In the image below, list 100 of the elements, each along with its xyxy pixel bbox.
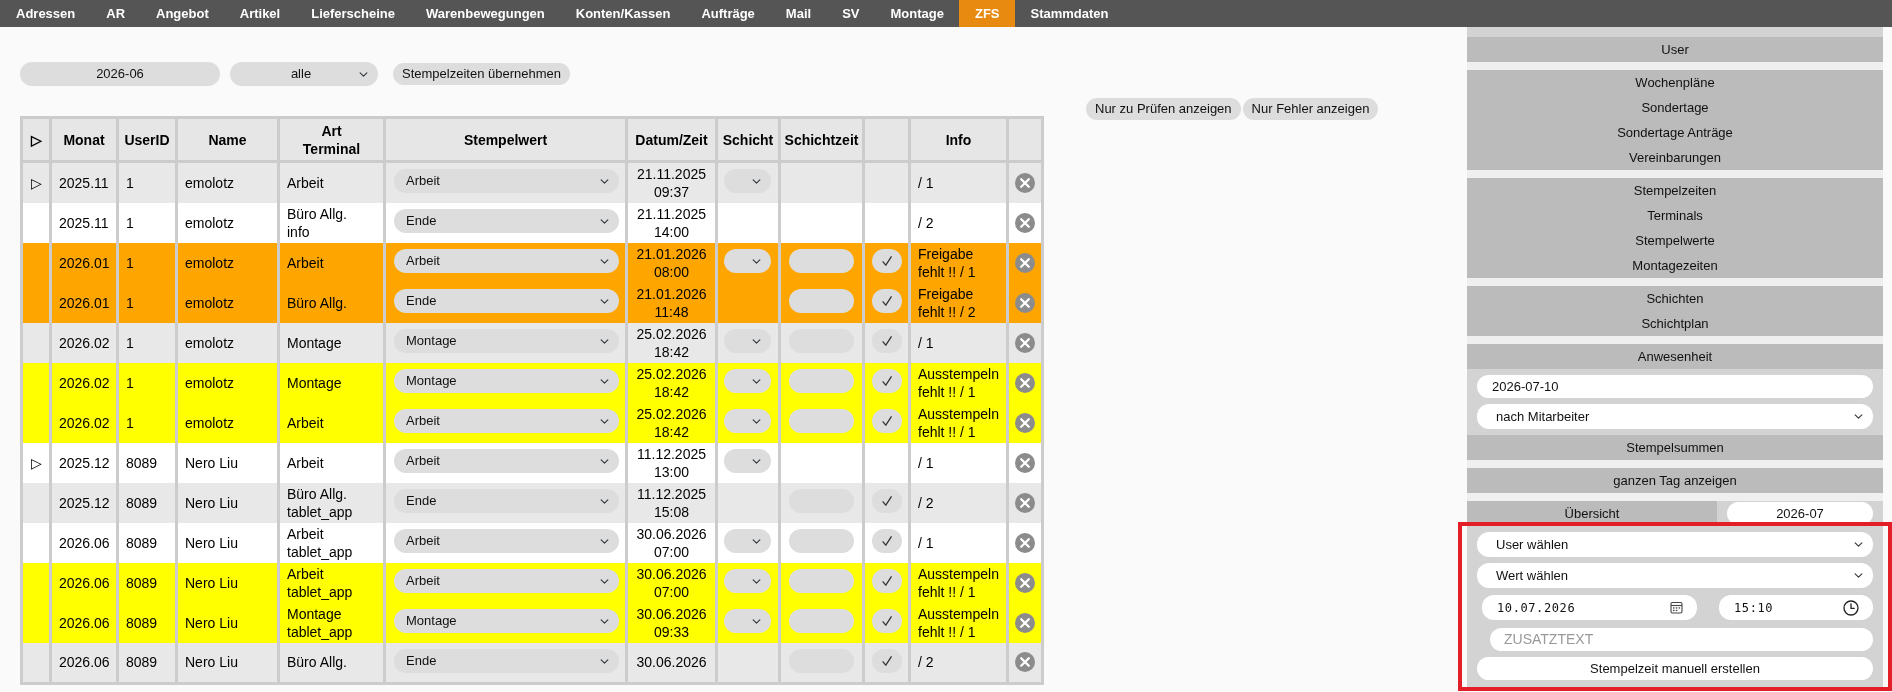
stamp-value-select[interactable]: Montage xyxy=(394,609,619,633)
month-field[interactable]: 2026-06 xyxy=(20,62,220,86)
delete-icon[interactable] xyxy=(1015,573,1035,593)
check-icon xyxy=(880,575,893,587)
delete-icon[interactable] xyxy=(1015,413,1035,433)
column-header: Schicht xyxy=(716,117,780,162)
check-icon xyxy=(880,415,893,427)
confirm-button[interactable] xyxy=(871,649,902,673)
nav-tab[interactable]: Warenbewegungen xyxy=(410,0,560,27)
filter-button[interactable]: Nur zu Prüfen anzeigen xyxy=(1086,98,1241,120)
confirm-button[interactable] xyxy=(871,369,902,393)
sidebar-link[interactable]: ganzen Tag anzeigen xyxy=(1467,468,1883,493)
confirm-button[interactable] xyxy=(871,409,902,433)
check-icon xyxy=(880,255,893,267)
view-select[interactable]: nach Mitarbeiter xyxy=(1477,404,1873,429)
sidebar-link[interactable]: User xyxy=(1467,37,1883,62)
date-field[interactable]: 2026-07-10 xyxy=(1477,375,1873,398)
sidebar-link[interactable]: Vereinbarungen xyxy=(1467,145,1883,170)
sidebar-link[interactable]: Terminals xyxy=(1467,203,1883,228)
shift-time-field[interactable] xyxy=(789,369,854,393)
user-select[interactable]: User wählen xyxy=(1477,532,1873,557)
time-field[interactable]: 15:10 xyxy=(1719,595,1873,620)
value-select[interactable]: Wert wählen xyxy=(1477,563,1873,588)
nav-tab[interactable]: Angebot xyxy=(140,0,224,27)
sidebar-link[interactable]: Schichten xyxy=(1467,286,1883,311)
nav-tab[interactable]: Montage xyxy=(874,0,959,27)
nav-tab[interactable]: AR xyxy=(90,0,141,27)
nav-tab[interactable]: Mail xyxy=(769,0,827,27)
column-header: Name xyxy=(176,117,279,162)
date-field[interactable]: 10.07.2026 xyxy=(1482,595,1697,620)
delete-icon[interactable] xyxy=(1015,213,1035,233)
column-header: Monat xyxy=(50,117,118,162)
sidebar-link[interactable]: Anwesenheit xyxy=(1467,344,1883,369)
shift-time-field[interactable] xyxy=(789,609,854,633)
sidebar-link[interactable]: Schichtplan xyxy=(1467,311,1883,336)
filter-select[interactable]: alle xyxy=(230,62,378,86)
stamp-value-select[interactable]: Arbeit xyxy=(394,569,619,593)
filter-button[interactable]: Nur Fehler anzeigen xyxy=(1242,98,1379,120)
note-field[interactable]: ZUSATZTEXT xyxy=(1490,628,1873,651)
confirm-button[interactable] xyxy=(871,529,902,553)
stamp-value-select[interactable]: Arbeit xyxy=(394,449,619,473)
confirm-button[interactable] xyxy=(871,329,902,353)
sidebar-link[interactable]: Sondertage Anträge xyxy=(1467,120,1883,145)
sidebar-link[interactable]: Stempelwerte xyxy=(1467,228,1883,253)
delete-icon[interactable] xyxy=(1015,453,1035,473)
check-icon xyxy=(880,495,893,507)
nav-tab[interactable]: Artikel xyxy=(223,0,296,27)
stamp-value-select[interactable]: Ende xyxy=(394,289,619,313)
stamp-value-select[interactable]: Ende xyxy=(394,649,619,673)
stamp-value-select[interactable]: Arbeit xyxy=(394,249,619,273)
confirm-button[interactable] xyxy=(871,249,902,273)
nav-tab[interactable]: Aufträge xyxy=(685,0,770,27)
sidebar-link[interactable]: Stempelzeiten xyxy=(1467,178,1883,203)
check-icon xyxy=(880,615,893,627)
shift-time-field[interactable] xyxy=(789,249,854,273)
create-button[interactable]: Stempelzeit manuell erstellen xyxy=(1477,657,1873,680)
stamp-value-select[interactable]: Ende xyxy=(394,489,619,513)
month-cell: 2026.06 xyxy=(50,643,118,683)
shift-time-field[interactable] xyxy=(789,289,854,313)
clock-icon[interactable] xyxy=(1843,599,1859,616)
delete-icon[interactable] xyxy=(1015,293,1035,313)
nav-tab[interactable]: Stammdaten xyxy=(1014,0,1124,27)
delete-icon[interactable] xyxy=(1015,493,1035,513)
delete-icon[interactable] xyxy=(1015,173,1035,193)
nav-tab[interactable]: SV xyxy=(826,0,875,27)
confirm-button[interactable] xyxy=(871,569,902,593)
sidebar-link[interactable]: Wochenpläne xyxy=(1467,70,1883,95)
datetime-cell: 30.06.2026 xyxy=(626,643,717,683)
stamp-value-select[interactable]: Arbeit xyxy=(394,169,619,193)
apply-button[interactable]: Stempelzeiten übernehmen xyxy=(393,63,570,85)
nav-tab[interactable]: Lieferscheine xyxy=(295,0,411,27)
check-icon xyxy=(880,375,893,387)
confirm-button[interactable] xyxy=(871,609,902,633)
confirm-button[interactable] xyxy=(871,489,902,513)
sidebar-link[interactable]: Montagezeiten xyxy=(1467,253,1883,278)
confirm-button[interactable] xyxy=(871,289,902,313)
shift-time-field[interactable] xyxy=(789,529,854,553)
delete-icon[interactable] xyxy=(1015,533,1035,553)
delete-icon[interactable] xyxy=(1015,613,1035,633)
stamp-value-select[interactable]: Arbeit xyxy=(394,409,619,433)
shift-time-field[interactable] xyxy=(789,409,854,433)
nav-tab[interactable]: Konten/Kassen xyxy=(559,0,686,27)
stamp-value-select[interactable]: Montage xyxy=(394,369,619,393)
nav-tab[interactable]: Adressen xyxy=(0,0,91,27)
delete-icon[interactable] xyxy=(1015,253,1035,273)
shift-time-field[interactable] xyxy=(789,569,854,593)
stamp-value-select[interactable]: Montage xyxy=(394,329,619,353)
stamp-value-select[interactable]: Arbeit xyxy=(394,529,619,553)
name-cell: Nero Liu xyxy=(176,643,279,683)
delete-icon[interactable] xyxy=(1015,333,1035,353)
column-header: Stempelwert xyxy=(384,117,627,162)
sidebar-link[interactable]: Sondertage xyxy=(1467,95,1883,120)
calendar-icon[interactable] xyxy=(1670,601,1683,614)
column-header: Datum/Zeit xyxy=(626,117,717,162)
delete-icon[interactable] xyxy=(1015,373,1035,393)
delete-icon[interactable] xyxy=(1015,652,1035,673)
stamp-value-select[interactable]: Ende xyxy=(394,209,619,233)
column-header: UserID xyxy=(117,117,177,162)
sidebar-link[interactable]: Stempelsummen xyxy=(1467,435,1883,460)
check-icon xyxy=(880,655,893,667)
